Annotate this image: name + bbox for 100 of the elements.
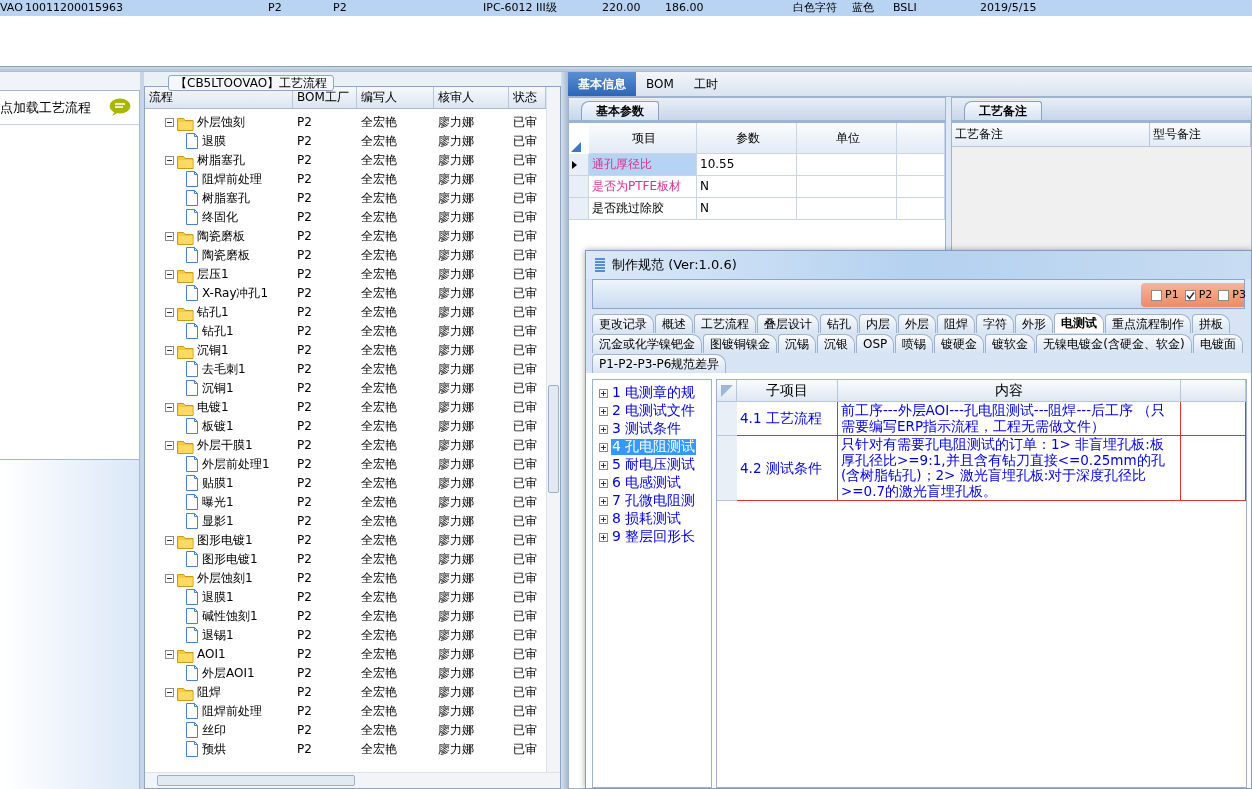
column-header[interactable]: 子项目 — [737, 380, 838, 402]
tree-node-label[interactable]: 树脂塞孔 — [202, 191, 250, 206]
tree-node-label[interactable]: 图形电镀1 — [197, 533, 253, 548]
tab[interactable]: 电镀面 — [1192, 334, 1243, 353]
column-header[interactable]: 工艺备注 — [952, 123, 1150, 147]
tree-node-label[interactable]: 沉铜1 — [197, 343, 229, 358]
collapse-icon[interactable] — [165, 650, 174, 659]
tab[interactable]: 镀硬金 — [934, 334, 985, 353]
tree-node-label[interactable]: 外层干膜1 — [197, 438, 253, 453]
tab[interactable]: P1-P2-P3-P6规范差异 — [592, 354, 727, 373]
collapse-icon[interactable] — [165, 156, 174, 165]
expand-icon[interactable] — [599, 496, 608, 506]
tree-node-label[interactable]: 钻孔1 — [202, 324, 234, 339]
expand-icon[interactable] — [599, 460, 608, 470]
column-header[interactable]: 型号备注 — [1150, 123, 1251, 147]
tree-item[interactable]: 5 耐电压测试 — [611, 457, 697, 473]
collapse-icon[interactable] — [165, 118, 174, 127]
horizontal-scrollbar[interactable] — [145, 772, 560, 788]
expand-icon[interactable] — [599, 424, 608, 434]
tree-node-label[interactable]: 外层AOI1 — [202, 666, 255, 681]
tree-item[interactable]: 6 电感测试 — [611, 475, 683, 491]
tab[interactable]: 基本信息 — [568, 72, 636, 96]
tab[interactable]: 电测试 — [1054, 313, 1104, 333]
checkbox[interactable] — [1218, 289, 1230, 301]
expand-icon[interactable] — [599, 442, 608, 452]
tree-node-label[interactable]: 树脂塞孔 — [197, 153, 245, 168]
tab[interactable]: OSP — [856, 334, 895, 353]
tree-node-label[interactable]: 层压1 — [197, 267, 229, 282]
tree-node-label[interactable]: 丝印 — [202, 723, 226, 738]
tree-item[interactable]: 9 整层回形长 — [611, 529, 697, 545]
tree-node-label[interactable]: 陶瓷磨板 — [202, 248, 250, 263]
tab[interactable]: 沉金或化学镍钯金 — [592, 334, 702, 353]
expand-icon[interactable] — [599, 406, 608, 416]
collapse-icon[interactable] — [165, 270, 174, 279]
tab[interactable]: 沉银 — [817, 334, 855, 353]
expand-icon[interactable] — [599, 388, 608, 398]
tree-node-label[interactable]: 外层蚀刻 — [197, 115, 245, 130]
tree-node-label[interactable]: 沉铜1 — [202, 381, 234, 396]
checkbox[interactable] — [1184, 289, 1196, 301]
tab[interactable]: 工时 — [683, 72, 728, 96]
tree-node-label[interactable]: 图形电镀1 — [202, 552, 258, 567]
tree-node-label[interactable]: 预烘 — [202, 742, 226, 757]
tree-item[interactable]: 7 孔微电阻测 — [611, 493, 697, 509]
tree-node-label[interactable]: 板镀1 — [202, 419, 234, 434]
tree-node-label[interactable]: 贴膜1 — [202, 476, 234, 491]
tree-node-label[interactable]: 陶瓷磨板 — [197, 229, 245, 244]
tab[interactable]: 更改记录 — [592, 314, 654, 333]
tree-node-label[interactable]: 外层蚀刻1 — [197, 571, 253, 586]
tab[interactable]: 重点流程制作 — [1105, 314, 1191, 333]
tree-node-label[interactable]: 阻焊前处理 — [202, 704, 262, 719]
tab[interactable]: 外形 — [1015, 314, 1053, 333]
tree-node-label[interactable]: 钻孔1 — [197, 305, 229, 320]
tab[interactable]: 喷锡 — [895, 334, 934, 353]
tree-node-label[interactable]: 显影1 — [202, 514, 234, 529]
column-header[interactable]: 项目 — [589, 123, 697, 154]
collapse-icon[interactable] — [165, 441, 174, 450]
tab[interactable]: 镀软金 — [985, 334, 1036, 353]
tree-node-label[interactable]: AOI1 — [197, 647, 226, 662]
tree-item[interactable]: 2 电测试文件 — [611, 403, 697, 419]
collapse-icon[interactable] — [165, 403, 174, 412]
tree-item[interactable]: 3 测试条件 — [611, 421, 683, 437]
tree-node-label[interactable]: 阻焊前处理 — [202, 172, 262, 187]
tab[interactable]: 无镍电镀金(含硬金、软金) — [1036, 334, 1192, 353]
tab[interactable]: 图镀铜镍金 — [703, 334, 777, 353]
collapse-icon[interactable] — [165, 536, 174, 545]
tree-node-label[interactable]: 阻焊 — [197, 685, 221, 700]
tab[interactable]: BOM — [636, 72, 684, 96]
column-header[interactable]: 内容 — [838, 380, 1181, 402]
column-header[interactable]: 核审人 — [434, 87, 509, 108]
checkbox[interactable] — [1151, 289, 1162, 301]
tab[interactable]: 工艺流程 — [694, 314, 756, 333]
column-header[interactable]: 参数 — [697, 123, 797, 154]
tab[interactable]: 拼板 — [1192, 314, 1230, 333]
tree-node-label[interactable]: X-Ray冲孔1 — [202, 286, 269, 301]
tree-node-label[interactable]: 退锡1 — [202, 628, 234, 643]
tab[interactable]: 基本参数 — [581, 100, 659, 120]
tree-node-label[interactable]: 终固化 — [202, 210, 238, 225]
tree-item[interactable]: 1 电测章的规 — [611, 385, 697, 401]
tree-item[interactable]: 8 损耗测试 — [611, 511, 683, 527]
tree-node-label[interactable]: 碱性蚀刻1 — [202, 609, 258, 624]
row-header[interactable] — [569, 154, 589, 176]
tab[interactable]: 内层 — [859, 314, 897, 333]
tree-node-label[interactable]: 外层前处理1 — [202, 457, 270, 472]
collapse-icon[interactable] — [165, 308, 174, 317]
tab[interactable]: 概述 — [655, 314, 693, 333]
collapse-icon[interactable] — [165, 688, 174, 697]
expand-icon[interactable] — [599, 514, 608, 524]
tree-node-label[interactable]: 电镀1 — [197, 400, 229, 415]
collapse-icon[interactable] — [165, 232, 174, 241]
tree-node-label[interactable]: 退膜1 — [202, 590, 234, 605]
tree-node-label[interactable]: 曝光1 — [202, 495, 234, 510]
column-header[interactable]: 编写人 — [357, 87, 434, 108]
tab[interactable]: 阻焊 — [937, 314, 975, 333]
tab[interactable]: 外层 — [898, 314, 936, 333]
tab[interactable]: 沉锡 — [778, 334, 816, 353]
tab[interactable]: 字符 — [976, 314, 1014, 333]
load-process-label[interactable]: 点加载工艺流程 — [0, 99, 91, 116]
column-header[interactable]: 单位 — [797, 123, 897, 154]
collapse-icon[interactable] — [165, 574, 174, 583]
collapse-icon[interactable] — [165, 346, 174, 355]
